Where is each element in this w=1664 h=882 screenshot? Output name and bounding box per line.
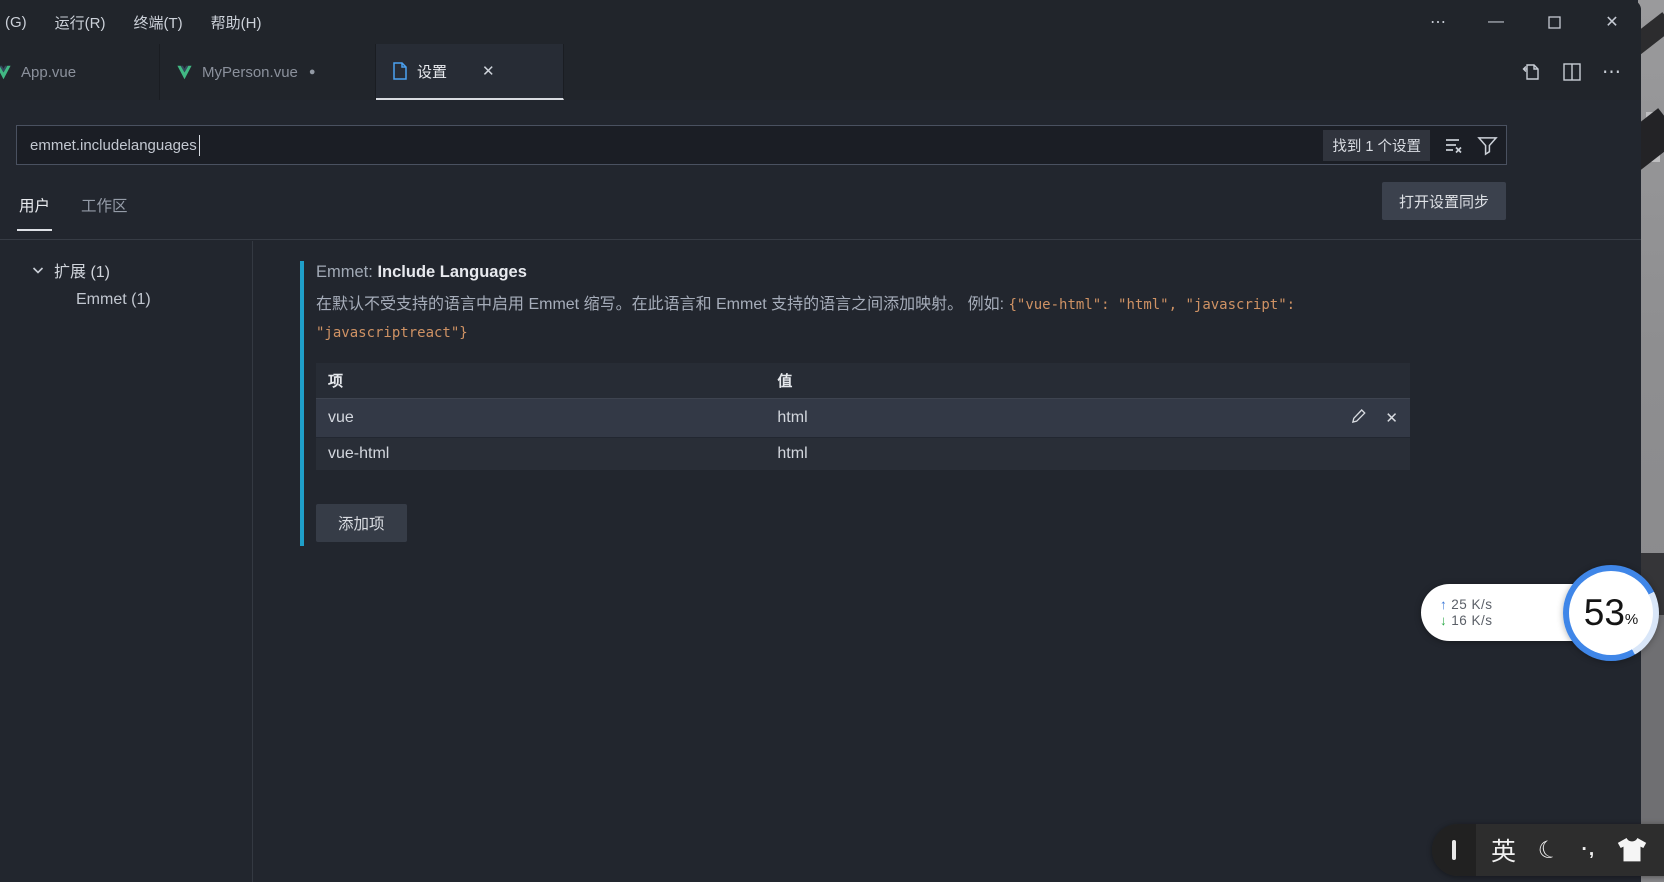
moon-icon[interactable]: ☾ — [1534, 833, 1563, 867]
tab-myperson-vue[interactable]: MyPerson.vue ● — [160, 44, 376, 100]
skin-tshirt-icon[interactable] — [1615, 835, 1649, 865]
row-key: vue — [328, 409, 777, 427]
tab-app-vue[interactable]: App.vue — [0, 44, 160, 100]
percent-value: 53 — [1584, 592, 1625, 634]
modified-indicator-bar — [300, 261, 304, 546]
title-bar: (G) 运行(R) 终端(T) 帮助(H) ⋯ — ✕ — [0, 0, 1641, 44]
menu-item-terminal[interactable]: 终端(T) — [120, 0, 197, 44]
add-item-button[interactable]: 添加项 — [316, 504, 407, 542]
remove-row-icon[interactable]: ✕ — [1385, 409, 1398, 427]
vue-file-icon — [176, 65, 193, 80]
editor-tab-bar: App.vue MyPerson.vue ● 设置 ✕ — [0, 44, 1641, 100]
setting-description: 在默认不受支持的语言中启用 Emmet 缩写。在此语言和 Emmet 支持的语言… — [316, 291, 1404, 348]
settings-toc: 扩展 (1) Emmet (1) — [0, 241, 253, 882]
maximize-button[interactable] — [1525, 0, 1583, 44]
row-actions: ✕ — [1314, 406, 1398, 430]
menu-bar: (G) 运行(R) 终端(T) 帮助(H) — [0, 0, 275, 44]
table-row[interactable]: vue html ✕ — [316, 399, 1410, 437]
tab-label: MyPerson.vue — [202, 64, 298, 81]
setting-description-text: 在默认不受支持的语言中启用 Emmet 缩写。在此语言和 Emmet 支持的语言… — [316, 296, 1008, 313]
toc-item-extensions[interactable]: 扩展 (1) — [31, 258, 252, 282]
ime-toolbar: 英 ☾ ·, — [1432, 824, 1664, 876]
setting-title-prefix: Emmet: — [316, 263, 377, 281]
percent-ring-inner: 53 % — [1569, 571, 1653, 655]
close-tab-icon[interactable]: ✕ — [482, 62, 495, 80]
settings-scope-tabs: 用户 工作区 — [17, 184, 130, 231]
tab-label: 设置 — [417, 61, 447, 82]
table-header-row: 项 值 — [316, 363, 1410, 399]
search-value: emmet.includelanguages — [30, 137, 197, 154]
ime-drag-handle[interactable] — [1432, 824, 1476, 876]
upload-arrow-icon: ↑ — [1440, 597, 1447, 612]
scope-tab-user[interactable]: 用户 — [17, 184, 52, 231]
settings-search-input[interactable]: emmet.includelanguages 找到 1 个设置 — [16, 125, 1507, 165]
row-key: vue-html — [328, 445, 777, 463]
minimize-button[interactable]: — — [1467, 0, 1525, 44]
ime-handle-icon — [1452, 840, 1456, 860]
desktop-shape — [1638, 108, 1664, 174]
upload-value: 25 K/s — [1451, 597, 1492, 612]
punctuation-icon[interactable]: ·, — [1582, 839, 1596, 861]
settings-sync-button[interactable]: 打开设置同步 — [1382, 182, 1506, 220]
setting-include-languages: Emmet: Include Languages 在默认不受支持的语言中启用 E… — [300, 255, 1412, 542]
column-header-value: 值 — [777, 370, 1314, 391]
setting-title-name: Include Languages — [377, 263, 526, 281]
download-value: 16 K/s — [1451, 613, 1492, 628]
result-count-badge: 找到 1 个设置 — [1323, 130, 1430, 161]
chevron-down-icon — [31, 263, 45, 277]
open-settings-json-icon[interactable] — [1520, 61, 1542, 83]
filter-icon[interactable] — [1476, 134, 1498, 156]
tab-label: App.vue — [21, 64, 76, 81]
table-row[interactable]: vue-html html — [316, 437, 1410, 470]
window-controls: ⋯ — ✕ — [1409, 0, 1641, 44]
search-controls: 找到 1 个设置 — [1323, 130, 1498, 161]
include-languages-table: 项 值 vue html ✕ — [316, 363, 1410, 470]
vue-file-icon — [0, 65, 12, 80]
settings-body: 扩展 (1) Emmet (1) Emmet: Include Language… — [0, 241, 1641, 882]
toc-label: 扩展 (1) — [54, 258, 110, 282]
desktop-shape — [1638, 12, 1664, 60]
unsaved-dot-icon: ● — [309, 66, 316, 78]
row-value: html — [777, 445, 1314, 463]
column-header-item: 项 — [328, 370, 777, 391]
edit-row-icon[interactable] — [1350, 406, 1369, 430]
settings-header: emmet.includelanguages 找到 1 个设置 用户 工作区 打… — [0, 100, 1641, 240]
toc-item-emmet[interactable]: Emmet (1) — [76, 291, 252, 309]
clear-filters-icon[interactable] — [1442, 134, 1464, 156]
tab-settings[interactable]: 设置 ✕ — [376, 44, 564, 100]
row-value: html — [777, 409, 1314, 427]
percent-sign: % — [1625, 611, 1638, 628]
menu-item-help[interactable]: 帮助(H) — [197, 0, 276, 44]
menu-item-run[interactable]: 运行(R) — [41, 0, 120, 44]
screen: (G) 运行(R) 终端(T) 帮助(H) ⋯ — ✕ App.vue — [0, 0, 1664, 882]
menu-item-goto[interactable]: (G) — [0, 0, 41, 44]
setting-title: Emmet: Include Languages — [316, 255, 1412, 282]
close-window-button[interactable]: ✕ — [1583, 0, 1641, 44]
more-actions-icon[interactable]: ⋯ — [1602, 61, 1621, 84]
desktop-edge — [1638, 0, 1664, 882]
percent-ring-widget: 53 % — [1563, 565, 1659, 661]
settings-file-icon — [392, 62, 408, 80]
ime-language-toggle[interactable]: 英 — [1491, 832, 1516, 868]
download-arrow-icon: ↓ — [1440, 613, 1447, 628]
split-editor-icon[interactable] — [1562, 62, 1582, 82]
text-caret — [199, 135, 201, 156]
more-menu-icon[interactable]: ⋯ — [1409, 0, 1467, 44]
vscode-window: (G) 运行(R) 终端(T) 帮助(H) ⋯ — ✕ App.vue — [0, 0, 1641, 882]
scope-tab-workspace[interactable]: 工作区 — [79, 184, 130, 231]
editor-actions: ⋯ — [1520, 44, 1641, 100]
